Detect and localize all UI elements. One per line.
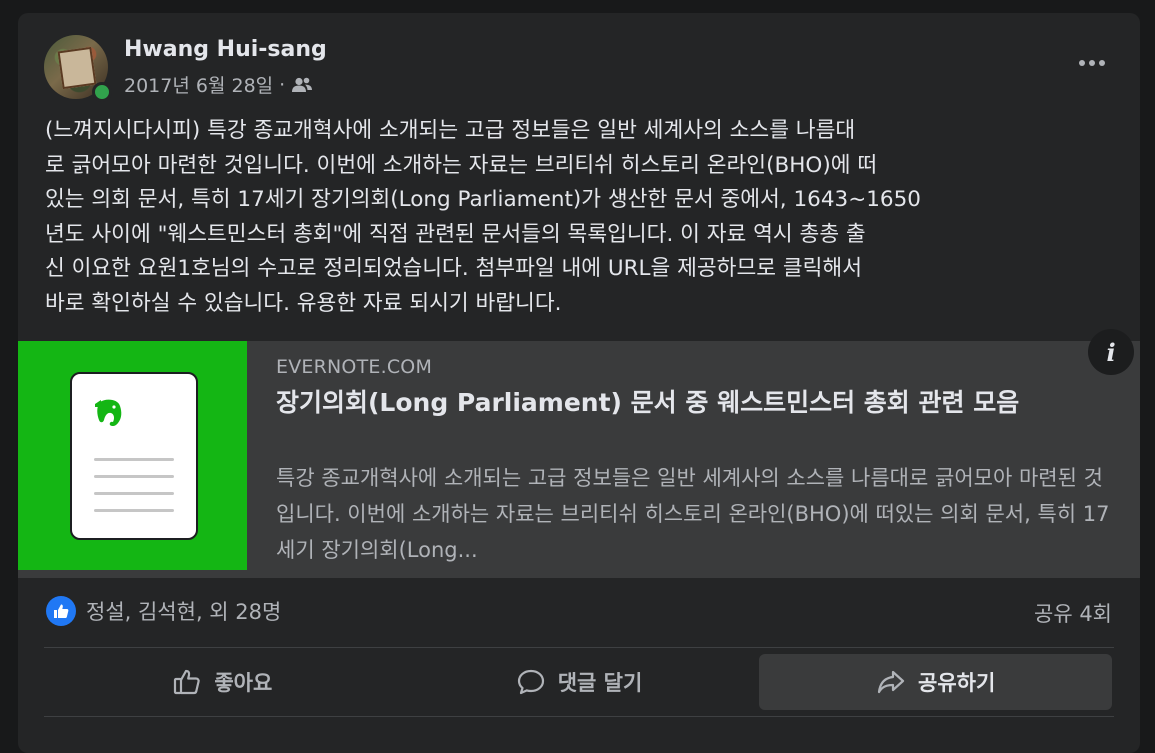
meta-separator: · (279, 73, 286, 96)
document-line (94, 475, 174, 478)
more-dot-icon (1079, 60, 1085, 66)
more-dot-icon (1099, 60, 1105, 66)
share-button[interactable]: 공유하기 (759, 654, 1113, 710)
link-description: 특강 종교개혁사에 소개되는 고급 정보들은 일반 세계사의 소스를 나름대로 … (276, 466, 1110, 562)
author-name[interactable]: Hwang Hui-sang (124, 37, 327, 62)
more-options-button[interactable] (1070, 45, 1114, 81)
like-reaction-icon (46, 596, 76, 626)
post-date[interactable]: 2017년 6월 28일 (124, 71, 273, 98)
post-text: (느껴지시다시피) 특강 종교개혁사에 소개되는 고급 정보들은 일반 세계사의… (45, 118, 921, 316)
online-status-icon (92, 82, 112, 102)
shares-count[interactable]: 공유 4회 (1034, 598, 1112, 628)
divider (44, 647, 1114, 648)
divider (44, 716, 1114, 717)
document-icon (70, 372, 198, 540)
avatar-picture-frame (57, 46, 97, 90)
share-label: 공유하기 (918, 671, 996, 695)
like-label: 좋아요 (214, 671, 273, 695)
comment-button[interactable]: 댓글 달기 (403, 654, 756, 710)
share-arrow-icon (877, 670, 905, 694)
link-preview[interactable]: EVERNOTE.COM 장기의회(Long Parliament) 문서 중 … (18, 329, 1140, 578)
link-thumbnail[interactable] (18, 341, 247, 570)
link-title[interactable]: 장기의회(Long Parliament) 문서 중 웨스트민스터 총회 관련 … (276, 385, 1116, 420)
info-button[interactable]: i (1088, 329, 1134, 375)
link-domain: EVERNOTE.COM (276, 356, 433, 378)
reactions-text[interactable]: 정설, 김석현, 외 28명 (86, 596, 281, 626)
more-dot-icon (1089, 60, 1095, 66)
reactions-summary[interactable]: 정설, 김석현, 외 28명 (46, 596, 281, 626)
post-card: Hwang Hui-sang 2017년 6월 28일 · (느껴지시다시피) … (18, 13, 1140, 753)
document-line (94, 492, 174, 495)
post-meta: 2017년 6월 28일 · (124, 71, 313, 98)
post-header: Hwang Hui-sang 2017년 6월 28일 · (44, 35, 1114, 102)
comment-label: 댓글 달기 (557, 671, 643, 695)
action-bar: 좋아요 댓글 달기 공유하기 (44, 654, 1114, 710)
like-button[interactable]: 좋아요 (46, 654, 399, 710)
friends-icon[interactable] (291, 77, 313, 93)
thumbs-up-icon (174, 669, 201, 695)
document-line (94, 509, 174, 512)
evernote-logo-icon (95, 399, 122, 427)
comment-icon (517, 669, 544, 695)
document-line (94, 458, 174, 461)
